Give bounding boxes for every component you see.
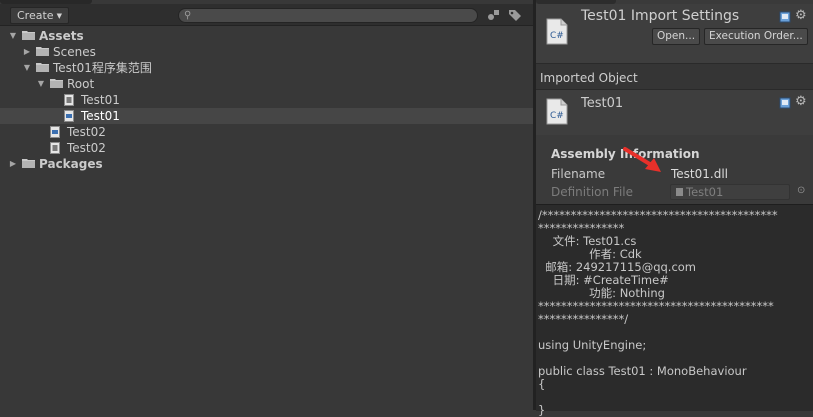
- tree-item[interactable]: Test02: [0, 140, 533, 156]
- search-icon: ⚲: [184, 10, 192, 21]
- script-source: /***************************************…: [538, 208, 778, 417]
- object-gear-icon[interactable]: ⚙: [795, 94, 807, 109]
- collapsed-arrow-icon[interactable]: ▶: [8, 156, 18, 172]
- imported-object-header: C# Test01 ⚙: [536, 90, 813, 135]
- csharp-script-icon: C#: [546, 98, 568, 125]
- tree-item[interactable]: Test02: [0, 124, 533, 140]
- tree-item-label: Test02: [67, 141, 106, 155]
- tree-item[interactable]: ▼ Root: [0, 76, 533, 92]
- folder-icon: [22, 159, 35, 168]
- csharp-file-icon: C#: [546, 18, 568, 45]
- csharp-script-icon: [64, 110, 74, 122]
- expanded-arrow-icon[interactable]: ▼: [36, 76, 46, 92]
- assembly-definition-icon: [50, 142, 60, 154]
- red-arrow-annotation: [623, 147, 661, 172]
- tree-item-label: Assets: [39, 29, 84, 43]
- dropdown-arrow-icon: ▼: [56, 12, 62, 20]
- create-button[interactable]: Create ▼: [10, 7, 69, 24]
- import-settings-header: C# Test01 Import Settings ⚙ Open... Exec…: [536, 4, 813, 64]
- expanded-arrow-icon[interactable]: ▼: [8, 28, 18, 44]
- folder-icon: [50, 79, 63, 88]
- folder-icon: [36, 63, 49, 72]
- settings-gear-icon[interactable]: ⚙: [795, 8, 807, 23]
- import-settings-title: Test01 Import Settings: [581, 8, 740, 24]
- search-field[interactable]: ⚲: [178, 8, 478, 23]
- object-title: Test01: [581, 96, 624, 111]
- script-preview: /***************************************…: [536, 204, 813, 417]
- folder-icon: [36, 47, 49, 56]
- definition-file-field[interactable]: Test01: [670, 184, 790, 200]
- tree-item[interactable]: Test01: [0, 92, 533, 108]
- execution-order-button[interactable]: Execution Order...: [704, 28, 808, 45]
- tree-item[interactable]: ▼ Test01程序集范围: [0, 60, 533, 76]
- tree-item-label: Test02: [67, 125, 106, 139]
- filename-value: Test01.dll: [671, 167, 728, 181]
- csharp-script-icon: [50, 126, 60, 138]
- inspector-panel: C# Test01 Import Settings ⚙ Open... Exec…: [536, 0, 813, 417]
- tree-item[interactable]: ▶ Scenes: [0, 44, 533, 60]
- tree-item-label: Test01: [81, 109, 120, 123]
- collapsed-arrow-icon[interactable]: ▶: [22, 44, 32, 60]
- assembly-definition-icon: [64, 94, 74, 106]
- project-toolbar: Create ▼ ⚲: [0, 4, 533, 26]
- tree-item-label: Scenes: [53, 45, 96, 59]
- script-badge: C#: [550, 111, 564, 121]
- filename-label: Filename: [551, 167, 606, 181]
- project-panel: Create ▼ ⚲ ▼ Assets ▶ Scenes ▼ Test01程序集范围 ▼ Roo…: [0, 0, 533, 410]
- create-label: Create: [17, 9, 54, 22]
- help-book-icon[interactable]: [779, 97, 791, 109]
- folder-icon: [22, 31, 35, 40]
- tree-item-label: Test01: [81, 93, 120, 107]
- definition-file-value: Test01: [686, 185, 724, 199]
- tree-item-label: Test01程序集范围: [53, 61, 152, 75]
- tree-item[interactable]: ▶ Packages: [0, 156, 533, 172]
- tree-item[interactable]: Test01: [0, 108, 533, 124]
- imported-object-section: Imported Object: [536, 64, 813, 90]
- asmdef-file-icon: [676, 188, 683, 196]
- help-book-icon[interactable]: [779, 11, 791, 23]
- object-picker-icon[interactable]: ⊙: [797, 184, 807, 198]
- filter-by-type-icon[interactable]: [487, 9, 501, 21]
- filter-by-label-icon[interactable]: [508, 9, 522, 21]
- imported-object-label: Imported Object: [540, 71, 638, 85]
- search-input[interactable]: [197, 9, 467, 22]
- tree-item[interactable]: ▼ Assets: [0, 28, 533, 44]
- file-badge: C#: [550, 31, 564, 41]
- expanded-arrow-icon[interactable]: ▼: [22, 60, 32, 76]
- open-button[interactable]: Open...: [652, 28, 701, 45]
- definition-file-label: Definition File: [551, 185, 634, 199]
- tree-item-label: Packages: [39, 157, 103, 171]
- tree-item-label: Root: [67, 77, 95, 91]
